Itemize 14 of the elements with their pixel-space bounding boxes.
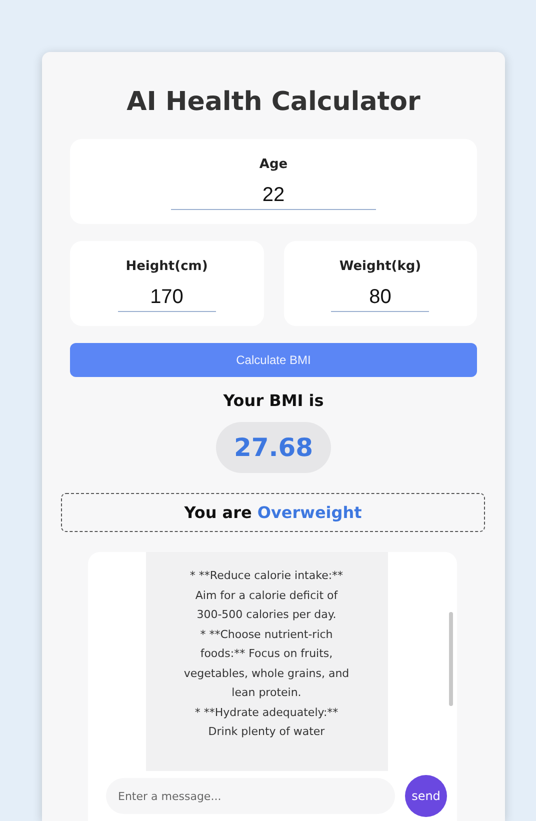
number-input[interactable]: 80 — [331, 284, 430, 312]
category-text: You are Overweight — [61, 493, 485, 532]
field-label: Age — [259, 157, 288, 172]
chat-message: * **Reduce calorie intake:** Aim for a calorie deficit of 300-500 calories per day. * **Choose nutrient-rich foods:** Focus on fruits, vegetables, whole grains, and lean protein. * **Hydrate adequately:** Drink plenty of water — [146, 552, 388, 771]
send-button[interactable]: send — [405, 775, 447, 817]
number-input[interactable]: 170 — [118, 284, 216, 312]
scrollbar[interactable] — [449, 612, 453, 706]
number-input[interactable]: 22 — [171, 182, 376, 210]
message-input[interactable]: Enter a message... — [106, 778, 395, 814]
app-title: AI Health Calculator — [126, 86, 422, 118]
field-label: Weight(kg) — [339, 259, 422, 274]
field-label: Height(cm) — [126, 259, 208, 274]
bmi-heading: Your BMI is — [222, 391, 325, 410]
bmi-value: 27.68 — [216, 422, 332, 473]
